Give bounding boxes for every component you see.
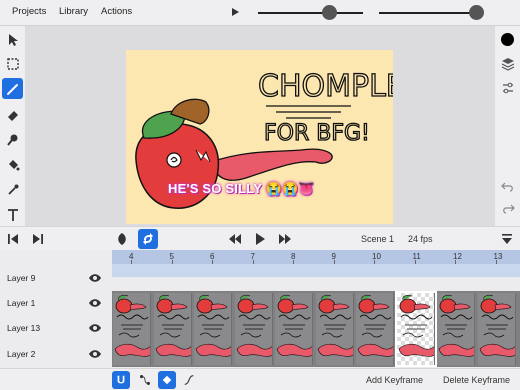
layer-name: Layer 9	[7, 273, 36, 283]
fill-bucket-icon[interactable]	[2, 154, 23, 175]
add-keyframe-button[interactable]: Add Keyframe	[366, 375, 423, 385]
frame-thumbnail[interactable]	[113, 293, 151, 365]
eraser-icon[interactable]	[2, 104, 23, 125]
artwork-drawing: CHOMPLE FOR BFG!	[135, 68, 393, 209]
current-frame-thumbnail[interactable]	[394, 291, 437, 367]
collapse-timeline-icon[interactable]	[497, 229, 517, 249]
loop-icon[interactable]	[138, 229, 158, 249]
visibility-eye-icon[interactable]	[88, 297, 102, 309]
right-toolbar	[495, 26, 520, 226]
layer-name: Layer 1	[7, 298, 36, 308]
frame-thumbnail[interactable]	[356, 293, 394, 365]
brush-icon[interactable]	[2, 78, 23, 99]
frame-thumbnail[interactable]	[153, 293, 192, 365]
frame-tick	[131, 260, 132, 264]
projects-menu[interactable]: Projects	[12, 6, 46, 17]
preview-play-icon[interactable]	[232, 8, 239, 16]
smudge-icon[interactable]	[2, 129, 23, 150]
easing-curve-icon[interactable]	[180, 371, 198, 389]
adjustments-icon[interactable]	[498, 78, 517, 97]
animation-app: Projects Library Actions CHOMPLE FOR BFG…	[0, 0, 520, 390]
visibility-eye-icon[interactable]	[88, 348, 102, 360]
left-toolbar	[0, 26, 25, 226]
marquee-icon[interactable]	[2, 53, 23, 74]
eyedropper-icon[interactable]	[2, 179, 23, 200]
frame-thumbnail[interactable]	[477, 293, 516, 365]
frame-tick	[333, 260, 335, 264]
actions-menu[interactable]: Actions	[101, 6, 132, 17]
layers-icon[interactable]	[498, 54, 517, 73]
frame-tick	[171, 260, 173, 264]
visibility-eye-icon[interactable]	[88, 322, 102, 334]
library-menu[interactable]: Library	[59, 6, 88, 17]
keyframe-icon[interactable]	[158, 371, 176, 389]
caption-text: HE'S SO SILLY 😭😭👅	[168, 181, 315, 196]
fast-forward-icon[interactable]	[275, 229, 295, 249]
frame-tick	[414, 260, 416, 264]
frame-tick	[455, 260, 456, 264]
frame-tick	[212, 260, 213, 264]
onion-skin-icon[interactable]	[112, 229, 132, 249]
playback-bar: Scene 1 24 fps	[0, 226, 520, 250]
select-arrow-icon[interactable]	[2, 29, 23, 50]
rewind-icon[interactable]	[225, 229, 245, 249]
scene-label[interactable]: Scene 1	[361, 234, 394, 244]
layer-row[interactable]: Layer 1	[0, 291, 112, 315]
bottom-bar: Add Keyframe Delete Keyframe	[0, 368, 520, 390]
top-bar: Projects Library Actions	[0, 0, 520, 26]
fps-label[interactable]: 24 fps	[408, 234, 433, 244]
frame-thumbnail[interactable]	[275, 293, 313, 365]
brush-size-knob[interactable]	[322, 5, 337, 20]
brush-size-slider[interactable]	[258, 12, 363, 14]
layer-row[interactable]: Layer 13	[0, 316, 112, 340]
delete-keyframe-button[interactable]: Delete Keyframe	[443, 375, 510, 385]
undo-icon[interactable]	[498, 176, 517, 195]
next-frame-icon[interactable]	[28, 229, 48, 249]
frame-thumbnail[interactable]	[234, 293, 273, 365]
frame-tick	[252, 260, 254, 264]
layer-row[interactable]: Layer 9	[0, 266, 112, 290]
layer-name: Layer 2	[7, 349, 36, 359]
frame-tick	[495, 260, 497, 264]
frame-thumbnail[interactable]	[194, 293, 232, 365]
magnet-icon[interactable]	[112, 371, 130, 389]
frame-thumbnail[interactable]	[437, 293, 475, 365]
frame-strip[interactable]	[112, 291, 520, 367]
play-icon[interactable]	[250, 229, 270, 249]
layer-name: Layer 13	[7, 323, 41, 333]
layer-row[interactable]: Layer 2	[0, 342, 112, 366]
frame-thumbnail[interactable]	[315, 293, 354, 365]
title-line1: CHOMPLE	[258, 69, 393, 104]
frame-tick	[293, 260, 294, 264]
artwork-canvas[interactable]: CHOMPLE FOR BFG! HE'S SO SILLY 😭😭👅	[126, 50, 393, 224]
motion-path-icon[interactable]	[136, 371, 154, 389]
frame-tick	[374, 260, 375, 264]
previous-frame-icon[interactable]	[3, 229, 23, 249]
frame-range-bar[interactable]	[112, 264, 520, 277]
opacity-knob[interactable]	[469, 5, 484, 20]
text-icon[interactable]	[2, 204, 23, 225]
timeline: 4 5 6 7 8 9 10 11 12 13 Layer 9 Layer 1 Layer 13 …	[0, 250, 520, 368]
visibility-eye-icon[interactable]	[88, 272, 102, 284]
color-swatch[interactable]	[498, 30, 517, 49]
title-line2: FOR BFG!	[264, 121, 370, 146]
canvas-stage[interactable]: CHOMPLE FOR BFG! HE'S SO SILLY 😭😭👅	[25, 26, 495, 226]
opacity-slider[interactable]	[379, 12, 482, 14]
redo-icon[interactable]	[498, 198, 517, 217]
